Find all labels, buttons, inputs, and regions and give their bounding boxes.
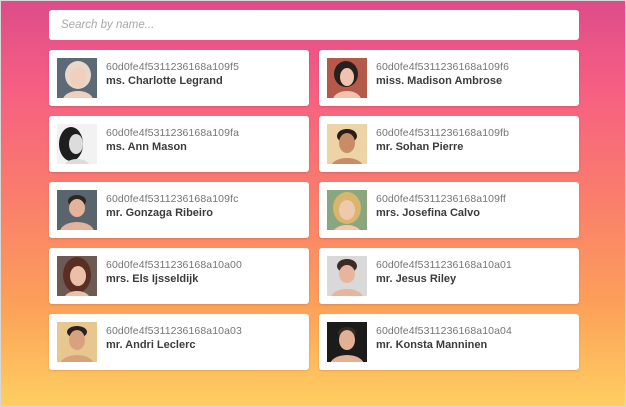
avatar-face (70, 266, 86, 286)
avatar-face (69, 199, 85, 217)
user-id: 60d0fe4f5311236168a10a01 (376, 259, 512, 271)
user-name: mr. Andri Leclerc (106, 339, 196, 351)
search-input[interactable] (49, 10, 579, 40)
user-id: 60d0fe4f5311236168a10a04 (376, 325, 512, 337)
avatar-face (69, 134, 83, 154)
avatar (57, 322, 97, 362)
avatar-face (69, 330, 85, 350)
avatar-face (70, 67, 86, 87)
avatar (327, 190, 367, 230)
avatar-face (339, 330, 355, 350)
user-card[interactable]: 60d0fe4f5311236168a109f6 miss. Madison A… (319, 50, 579, 106)
user-id: 60d0fe4f5311236168a109f6 (376, 61, 510, 73)
user-grid: 60d0fe4f5311236168a109f5 ms. Charlotte L… (49, 50, 579, 370)
user-name: mr. Jesus Riley (376, 273, 457, 285)
avatar (327, 58, 367, 98)
avatar-face (339, 265, 355, 283)
user-card[interactable]: 60d0fe4f5311236168a10a04 mr. Konsta Mann… (319, 314, 579, 370)
avatar (327, 256, 367, 296)
user-name: mrs. Josefina Calvo (376, 207, 480, 219)
user-card[interactable]: 60d0fe4f5311236168a10a01 mr. Jesus Riley (319, 248, 579, 304)
user-card[interactable]: 60d0fe4f5311236168a10a03 mr. Andri Lecle… (49, 314, 309, 370)
user-card[interactable]: 60d0fe4f5311236168a109fb mr. Sohan Pierr… (319, 116, 579, 172)
avatar-face (340, 68, 354, 86)
user-id: 60d0fe4f5311236168a109ff (376, 193, 506, 205)
user-id: 60d0fe4f5311236168a109fa (106, 127, 240, 139)
user-name: mr. Konsta Manninen (376, 339, 488, 351)
user-id: 60d0fe4f5311236168a10a03 (106, 325, 242, 337)
user-name: ms. Charlotte Legrand (106, 75, 223, 87)
avatar (57, 256, 97, 296)
user-card[interactable]: 60d0fe4f5311236168a109f5 ms. Charlotte L… (49, 50, 309, 106)
avatar (327, 124, 367, 164)
avatar-face (339, 200, 355, 220)
user-card[interactable]: 60d0fe4f5311236168a109fc mr. Gonzaga Rib… (49, 182, 309, 238)
user-card[interactable]: 60d0fe4f5311236168a109ff mrs. Josefina C… (319, 182, 579, 238)
user-id: 60d0fe4f5311236168a109fb (376, 127, 510, 139)
avatar (327, 322, 367, 362)
avatar (57, 190, 97, 230)
avatar-face (339, 133, 355, 153)
user-id: 60d0fe4f5311236168a109f5 (106, 61, 240, 73)
user-id: 60d0fe4f5311236168a109fc (106, 193, 239, 205)
user-id: 60d0fe4f5311236168a10a00 (106, 259, 242, 271)
avatar (57, 124, 97, 164)
user-card[interactable]: 60d0fe4f5311236168a109fa ms. Ann Mason (49, 116, 309, 172)
avatar (57, 58, 97, 98)
user-name: mr. Sohan Pierre (376, 141, 464, 153)
user-name: mr. Gonzaga Ribeiro (106, 207, 213, 219)
user-name: mrs. Els Ijsseldijk (106, 273, 199, 285)
user-name: miss. Madison Ambrose (376, 75, 503, 87)
user-card[interactable]: 60d0fe4f5311236168a10a00 mrs. Els Ijssel… (49, 248, 309, 304)
user-name: ms. Ann Mason (106, 141, 187, 153)
